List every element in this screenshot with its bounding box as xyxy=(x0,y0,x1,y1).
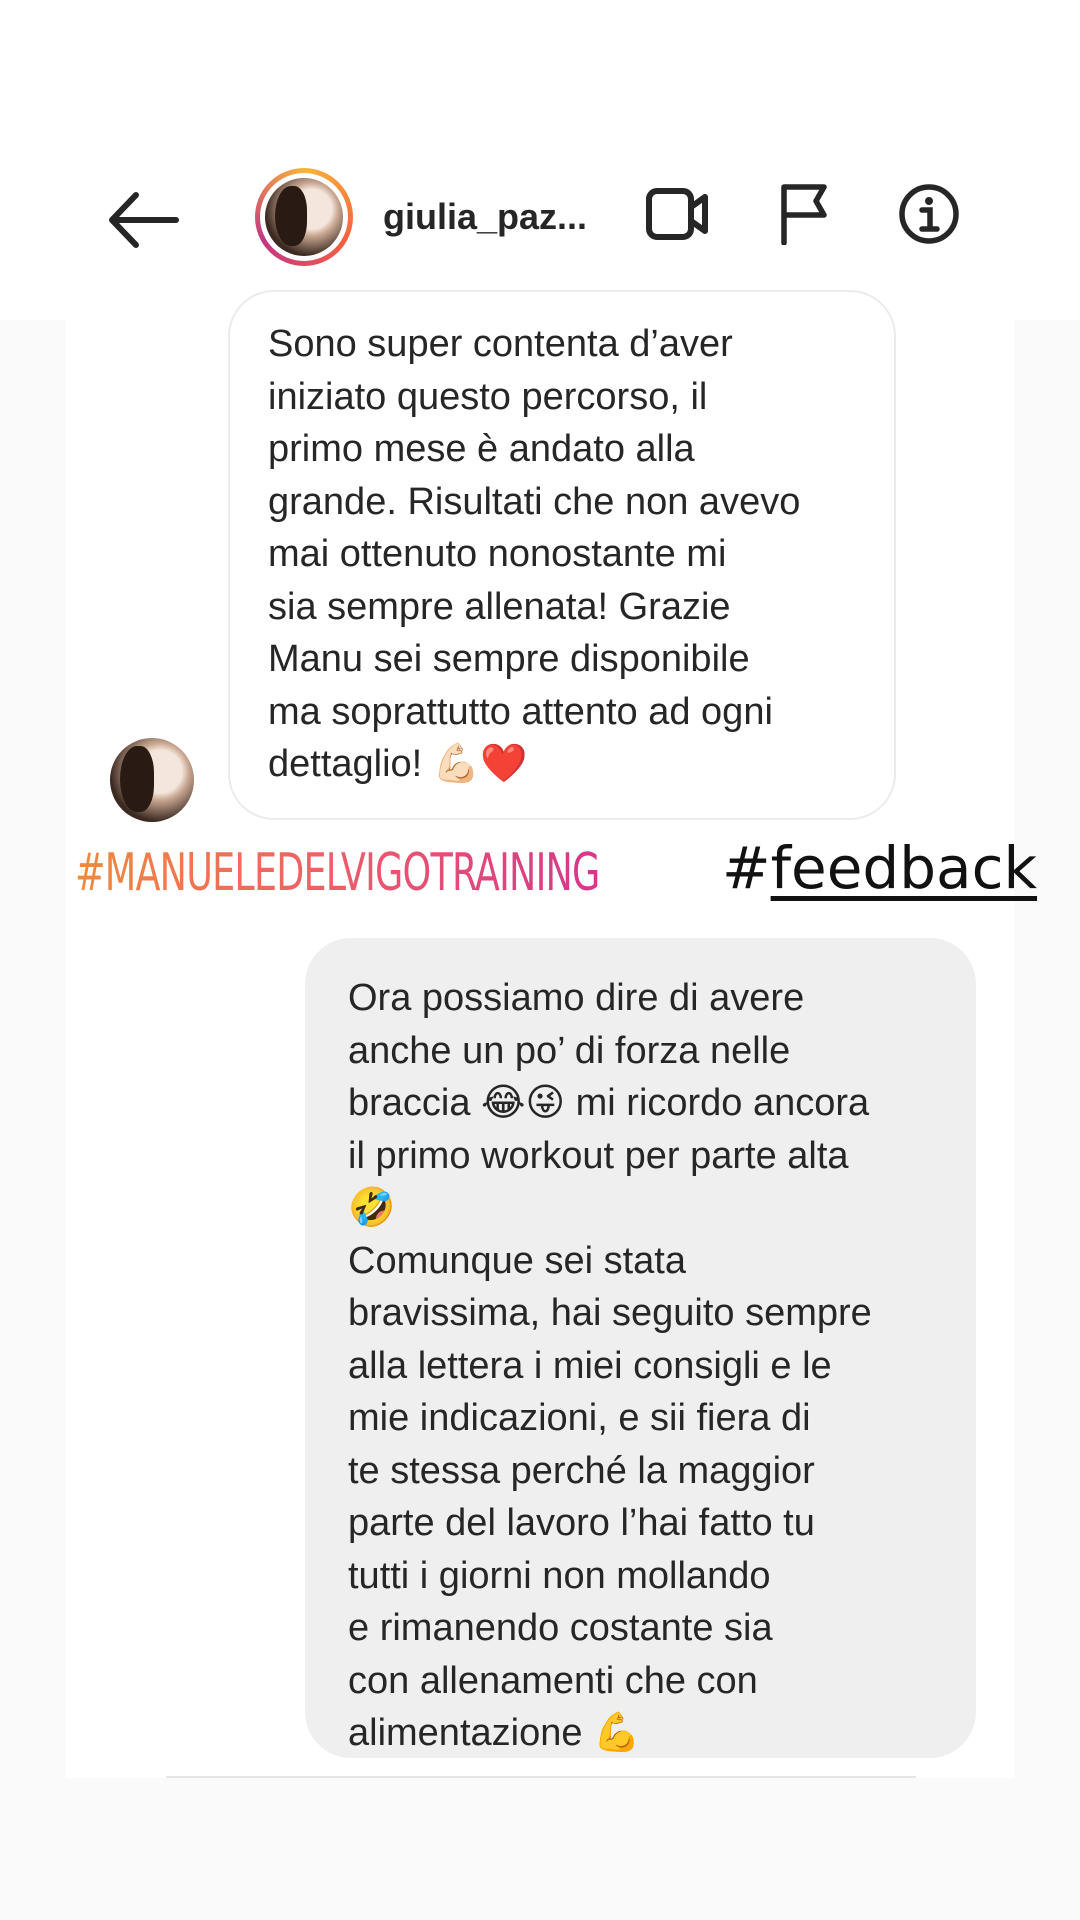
brand-hashtag: #MANUELEDELVIGOTRAINING xyxy=(75,843,600,903)
profile-avatar[interactable] xyxy=(255,168,353,266)
info-icon[interactable] xyxy=(898,183,960,245)
divider xyxy=(166,1776,916,1778)
outgoing-message-bubble[interactable]: Ora possiamo dire di avere anche un po’ … xyxy=(305,938,976,1758)
username[interactable]: giulia_paz... xyxy=(383,196,587,238)
avatar-ring-inner xyxy=(260,173,348,261)
feedback-word: feedback xyxy=(770,834,1038,902)
feedback-hash: # xyxy=(722,834,771,902)
sender-avatar[interactable] xyxy=(110,738,194,822)
back-arrow-icon[interactable] xyxy=(104,185,182,255)
incoming-message-bubble[interactable]: Sono super contenta d’aver iniziato ques… xyxy=(228,290,896,820)
video-call-icon[interactable] xyxy=(645,185,711,243)
avatar-image xyxy=(265,178,343,256)
feedback-hashtag: #feedback xyxy=(722,834,1037,902)
flag-icon[interactable] xyxy=(778,183,830,245)
